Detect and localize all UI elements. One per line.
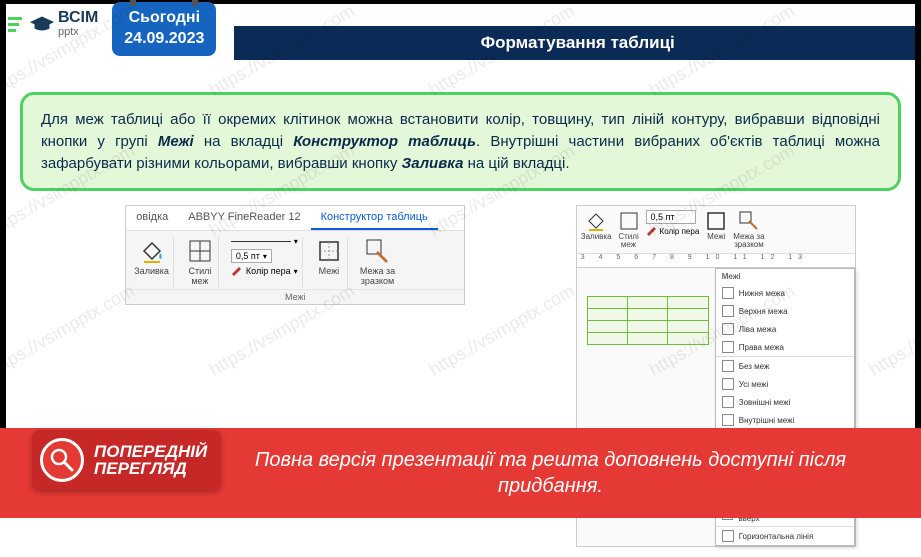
pen-color-icon <box>646 226 658 236</box>
menu-left-border: Ліва межа <box>716 320 854 338</box>
menu-right-border: Права межа <box>716 338 854 356</box>
shading-group: Заливка <box>130 237 174 287</box>
border-painter-icon <box>364 237 392 265</box>
r2-borders: Межі <box>705 210 727 241</box>
date-badge: Сьогодні 24.09.2023 <box>112 2 216 56</box>
styles-label: Стилі меж <box>188 267 211 287</box>
group-footer: Межі <box>126 289 464 304</box>
logo-name: ВСІМ <box>58 10 98 26</box>
date-line1: Сьогодні <box>124 8 204 29</box>
tab-help: овідка <box>126 206 178 230</box>
sample-table <box>587 296 709 345</box>
menu-hline: Горизонтальна лінія <box>716 526 854 545</box>
borders-icon <box>315 237 343 265</box>
borders-icon <box>705 210 727 232</box>
logo: ВСІМ pptx <box>0 0 106 38</box>
border-right-icon <box>722 341 734 353</box>
hline-icon <box>722 530 734 542</box>
border-outside-icon <box>722 396 734 408</box>
menu-inside-borders: Внутрішні межі <box>716 411 854 429</box>
borders-btn-group: Межі <box>311 237 348 287</box>
graduation-cap-icon <box>28 14 56 34</box>
menu-all-borders: Усі межі <box>716 375 854 393</box>
magnifier-icon <box>49 447 75 473</box>
content-paragraph: Для меж таблиці або її окремих клітинок … <box>20 92 901 191</box>
menu-no-border: Без меж <box>716 356 854 375</box>
tab-abbyy: ABBYY FineReader 12 <box>178 206 310 230</box>
date-line2: 24.09.2023 <box>124 29 204 50</box>
bucket-icon <box>585 210 607 232</box>
r2-sample: Межа за зразком <box>733 210 764 249</box>
border-painter-group: Межа за зразком <box>356 237 399 287</box>
border-none-icon <box>722 360 734 372</box>
border-top-icon <box>722 305 734 317</box>
sample-label: Межа за зразком <box>360 267 395 287</box>
r2-styles: Стилі меж <box>618 210 640 249</box>
bucket-icon <box>138 237 166 265</box>
border-all-icon <box>722 378 734 390</box>
logo-lines-icon <box>8 17 22 32</box>
preview-badge: ПОПЕРЕДНІЙ ПЕРЕГЛЯД <box>32 430 221 490</box>
pen-color-icon <box>231 266 243 276</box>
preview-text: ПОПЕРЕДНІЙ ПЕРЕГЛЯД <box>94 443 207 477</box>
menu-top-border: Верхня межа <box>716 302 854 320</box>
border-painter-icon <box>738 210 760 232</box>
border-options-group: ▾ 0,5 пт▾ Колір пера▾ <box>227 237 303 287</box>
title-bar: Форматування таблиці <box>234 26 921 60</box>
ruler: 3 4 5 6 7 8 9 10 11 12 13 <box>577 254 855 268</box>
border-bottom-icon <box>722 287 734 299</box>
menu-header: Межі <box>716 269 854 284</box>
border-styles-group: Стилі меж <box>182 237 219 287</box>
r2-opts: 0,5 пт Колір пера <box>646 210 700 236</box>
border-styles-icon <box>186 237 214 265</box>
border-left-icon <box>722 323 734 335</box>
border-inside-icon <box>722 414 734 426</box>
borders-label: Межі <box>319 267 340 277</box>
shading-label: Заливка <box>134 267 169 277</box>
ribbon1-tabs: овідка ABBYY FineReader 12 Конструктор т… <box>126 206 464 231</box>
ribbon-screenshot-1: овідка ABBYY FineReader 12 Конструктор т… <box>125 205 465 305</box>
tab-table-design: Конструктор таблиць <box>311 206 438 230</box>
border-styles-icon <box>618 210 640 232</box>
magnifier-circle <box>40 438 84 482</box>
menu-outside-borders: Зовнішні межі <box>716 393 854 411</box>
header: ВСІМ pptx Сьогодні 24.09.2023 Форматуван… <box>0 0 921 72</box>
logo-sub: pptx <box>58 26 98 38</box>
menu-bottom-border: Нижня межа <box>716 284 854 302</box>
r2-shading: Заливка <box>581 210 612 241</box>
